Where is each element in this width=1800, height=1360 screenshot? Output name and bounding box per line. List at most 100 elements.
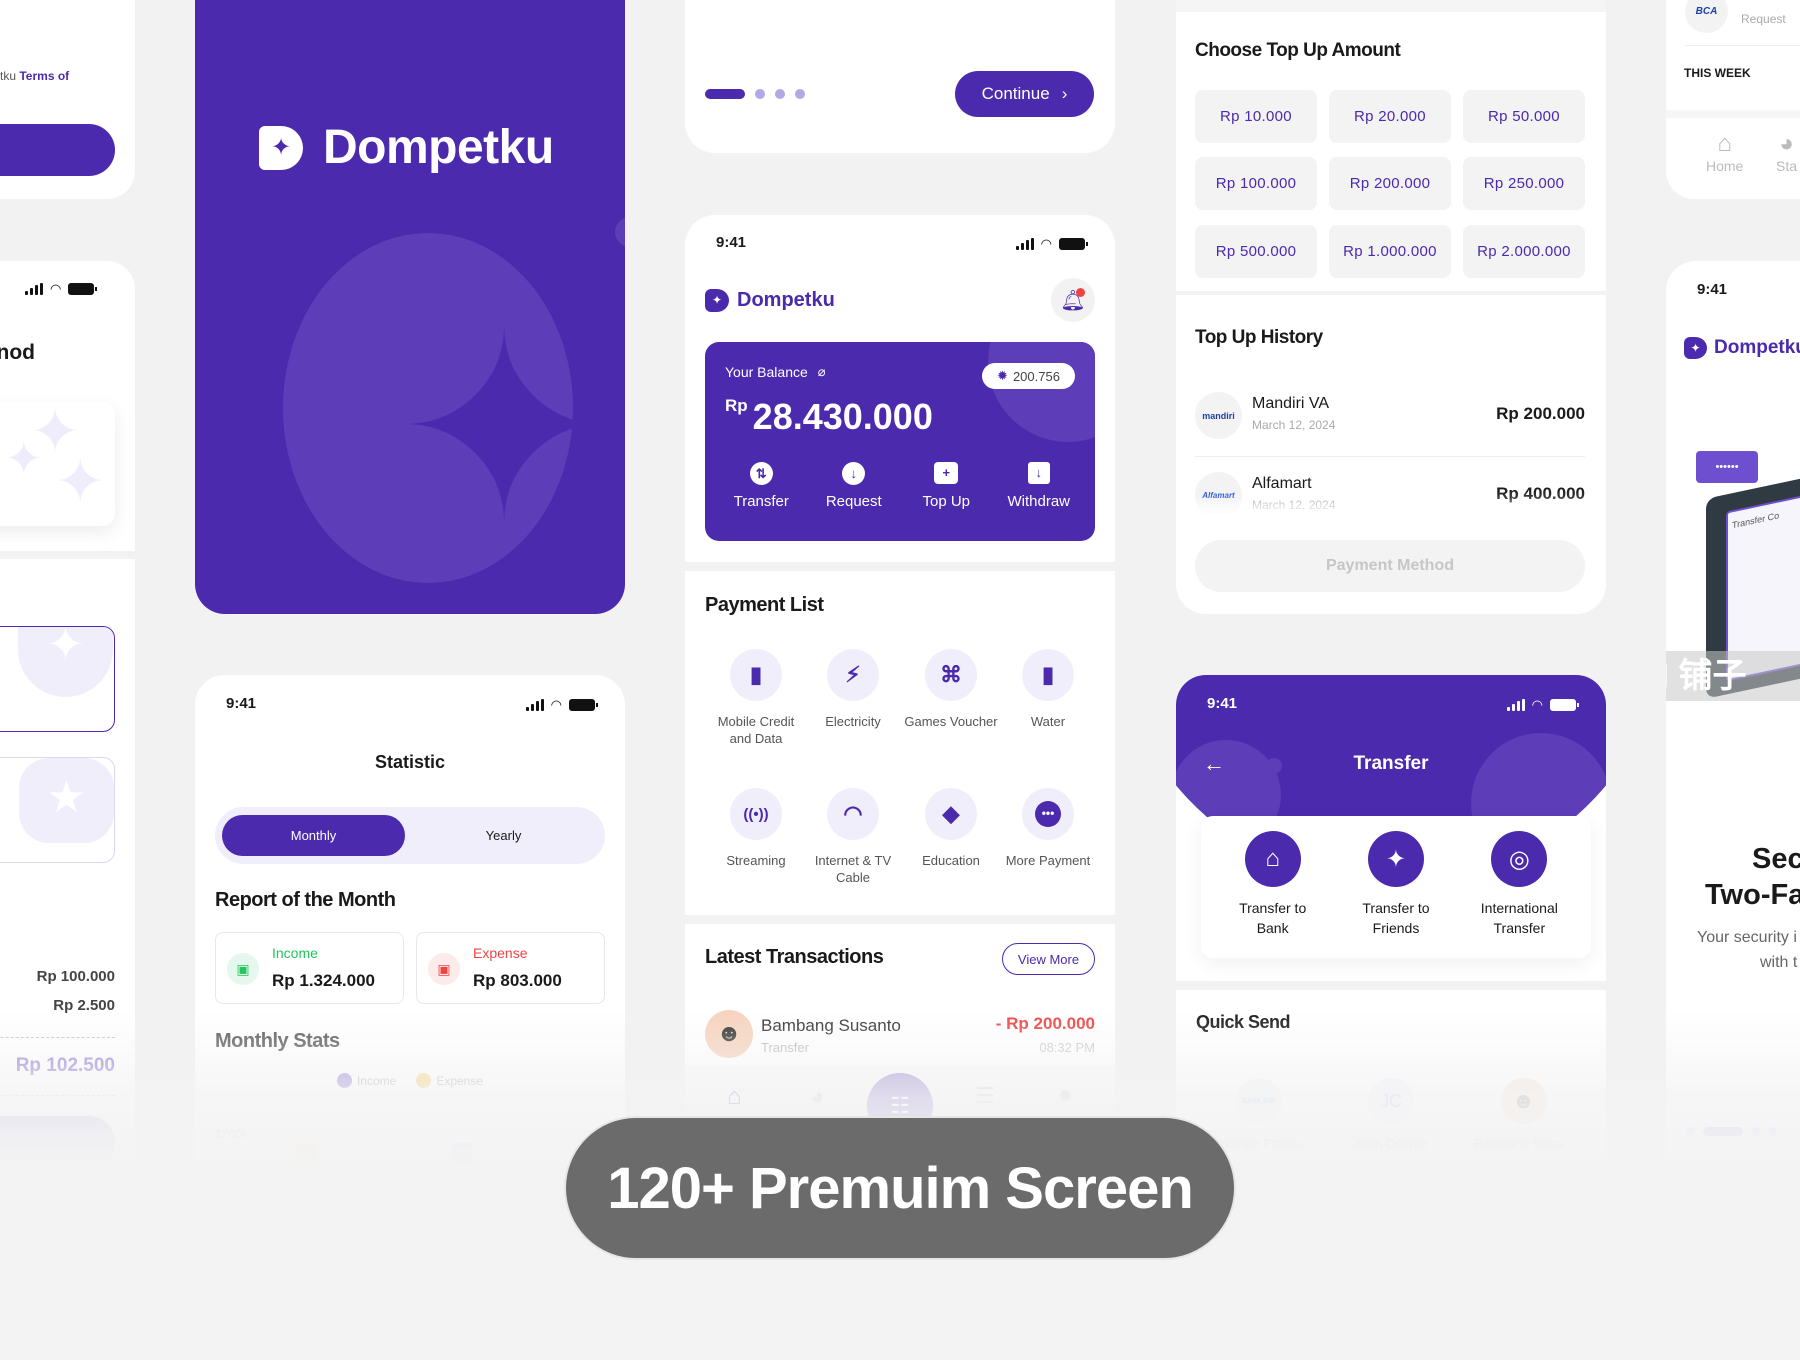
transaction-name: Bambang Susanto (761, 1016, 901, 1035)
confirm-button[interactable] (0, 1116, 115, 1161)
header-logo: ✦ Dompetku (705, 289, 835, 312)
status-time: 9:41 (716, 234, 747, 251)
chart-legend: Income Expense (195, 1073, 625, 1088)
amount-option[interactable]: Rp 200.000 (1329, 157, 1451, 210)
action-label: Top Up (922, 493, 971, 510)
action-label: Transfer (733, 493, 789, 510)
option-card-selected[interactable]: ✦ (0, 626, 115, 732)
payment-item[interactable]: ▮ Mobile Credit and Data (707, 649, 805, 747)
section-title: Payment List (705, 594, 824, 616)
payment-item[interactable]: ◆ Education (902, 788, 1000, 869)
chart-bar (452, 1143, 472, 1175)
primary-button[interactable] (0, 124, 115, 176)
wifi-icon: ◠ (1040, 236, 1052, 251)
brand-name: Dompetku (737, 289, 835, 311)
payment-item[interactable]: ⌘ Games Voucher (902, 649, 1000, 730)
watermark: UI 铺子 (1666, 651, 1800, 701)
tab-monthly[interactable]: Monthly (222, 815, 405, 856)
quick-send-list: BANK BRI lexande Ptrovic 8181 8181 8... JC… (1196, 1078, 1586, 1171)
page-indicator (1686, 1127, 1777, 1136)
tab-yearly[interactable]: Yearly (412, 815, 595, 856)
payment-item[interactable]: ((•)) Streaming (707, 788, 805, 869)
eye-off-icon[interactable]: ⌀ (818, 364, 826, 380)
action-topup[interactable]: + Top Up (906, 462, 986, 510)
right-request-card: BCA Request THIS WEEK ⌂ Home ◕ Sta (1666, 0, 1800, 199)
phone-icon: ▮ (730, 649, 782, 701)
status-time: 9:41 (1207, 695, 1238, 712)
amount-option[interactable]: Rp 1.000.000 (1329, 225, 1451, 278)
international-transfer[interactable]: ◎ International Transfer (1459, 831, 1579, 958)
payment-item[interactable]: ▮ Water (999, 649, 1097, 730)
signal-icon (1506, 699, 1525, 711)
points-badge[interactable]: ✹ 200.756 (982, 363, 1075, 389)
battery-icon (68, 283, 98, 295)
section-label: THIS WEEK (1684, 66, 1751, 80)
transfer-screen: 9:41 ◠ ← Transfer ⌂ Transfer to Bank ✦ Tran… (1176, 675, 1606, 1175)
action-transfer[interactable]: ⇅ Transfer (721, 462, 801, 510)
transaction-amount: - Rp 200.000 (995, 1014, 1095, 1033)
amount-option[interactable]: Rp 2.000.000 (1463, 225, 1585, 278)
transfer-to-bank[interactable]: ⌂ Transfer to Bank (1213, 831, 1333, 958)
balance-card: Your Balance ⌀ Rp 28.430.000 ✹ 200.756 ⇅ T… (705, 342, 1095, 541)
nav-history-icon[interactable]: ☰ (975, 1083, 995, 1109)
option-card[interactable]: ★ (0, 757, 115, 863)
period-toggle: Monthly Yearly (215, 807, 605, 864)
chart-bar (296, 1143, 316, 1175)
dot-active (705, 89, 745, 99)
dot (775, 89, 785, 99)
action-withdraw[interactable]: ↓ Withdraw (999, 462, 1079, 510)
coin-icon: ✹ (997, 368, 1008, 383)
wallet-out-icon: ▣ (428, 953, 460, 985)
points-value: 200.756 (1012, 368, 1060, 384)
phone-icon: ▮ (1022, 649, 1074, 701)
amount-option[interactable]: Rp 10.000 (1195, 90, 1317, 143)
brand-name: Dompetku (323, 121, 554, 174)
payment-method-button[interactable]: Payment Method (1195, 540, 1585, 592)
amount-option[interactable]: Rp 50.000 (1463, 90, 1585, 143)
terms-link[interactable]: Terms of (19, 69, 69, 83)
transaction-row[interactable]: ☻ Bambang Susanto Transfer - Rp 200.000 … (705, 1010, 1095, 1060)
illustration-card: ✦ ✦ ✦ (0, 402, 115, 526)
dompetku-logo-icon: ✦ (259, 125, 303, 170)
battery-icon (569, 699, 598, 711)
wallet-plus-icon: + (934, 462, 959, 484)
nav-statistic[interactable]: ◕ Sta (1776, 130, 1797, 174)
splash-logo: ✦ Dompetku (259, 120, 554, 175)
fee-value: Rp 2.500 (53, 997, 115, 1014)
notification-button[interactable]: 🔔︎ (1051, 278, 1095, 322)
contact-item[interactable]: ☻ Bambang Susa... 0812334455666 (1461, 1078, 1586, 1171)
view-more-button[interactable]: View More (1002, 943, 1095, 975)
nav-home[interactable]: ⌂ Home (1706, 130, 1743, 174)
status-time: 9:41 (226, 695, 257, 712)
sparkle-icon: ✦ (55, 448, 106, 515)
left-method-card: ◠ nod ✦ ✦ ✦ ✦ ★ Rp 100.000 Rp 2.500 Rp 1… (0, 261, 135, 1161)
status-icons: ◠ (1015, 236, 1088, 252)
payment-item[interactable]: ⚡︎ Electricity (804, 649, 902, 730)
header-logo: ✦ Dompetku (1684, 337, 1800, 359)
amount-option[interactable]: Rp 20.000 (1329, 90, 1451, 143)
nav-home-icon[interactable]: ⌂ (727, 1083, 742, 1111)
left-terms-card: tku Terms of (0, 0, 135, 199)
section-title: Latest Transactions (705, 946, 884, 968)
amount-option[interactable]: Rp 100.000 (1195, 157, 1317, 210)
history-amount: Rp 400.000 (1496, 484, 1585, 503)
balance-value: 28.430.000 (752, 396, 933, 437)
payment-item[interactable]: ••• More Payment (999, 788, 1097, 869)
continue-button[interactable]: Continue › (955, 71, 1094, 117)
graduation-cap-icon: ◆ (925, 788, 977, 840)
amount-option[interactable]: Rp 250.000 (1463, 157, 1585, 210)
history-name: Mandiri VA (1252, 395, 1330, 412)
notification-badge (1076, 288, 1085, 297)
transfer-to-friends[interactable]: ✦ Transfer to Friends (1336, 831, 1456, 958)
contact-item[interactable]: JC Jean Copper 0812334455666 (1329, 1078, 1454, 1171)
history-row[interactable]: mandiri Mandiri VA March 12, 2024 Rp 200… (1195, 392, 1585, 442)
action-request[interactable]: ↓ Request (814, 462, 894, 510)
bolt-icon: ⚡︎ (827, 649, 879, 701)
payment-item[interactable]: ◠ Internet & TV Cable (804, 788, 902, 886)
signal-icon (25, 283, 43, 295)
amount-option[interactable]: Rp 500.000 (1195, 225, 1317, 278)
nav-statistic-icon[interactable]: ◕ (810, 1083, 825, 1111)
home-screen: 9:41 ◠ ✦ Dompetku 🔔︎ Your Balance ⌀ Rp 2… (685, 215, 1115, 1165)
nav-profile-icon[interactable]: ● (1058, 1081, 1073, 1109)
avatar: ☻ (1500, 1078, 1547, 1124)
